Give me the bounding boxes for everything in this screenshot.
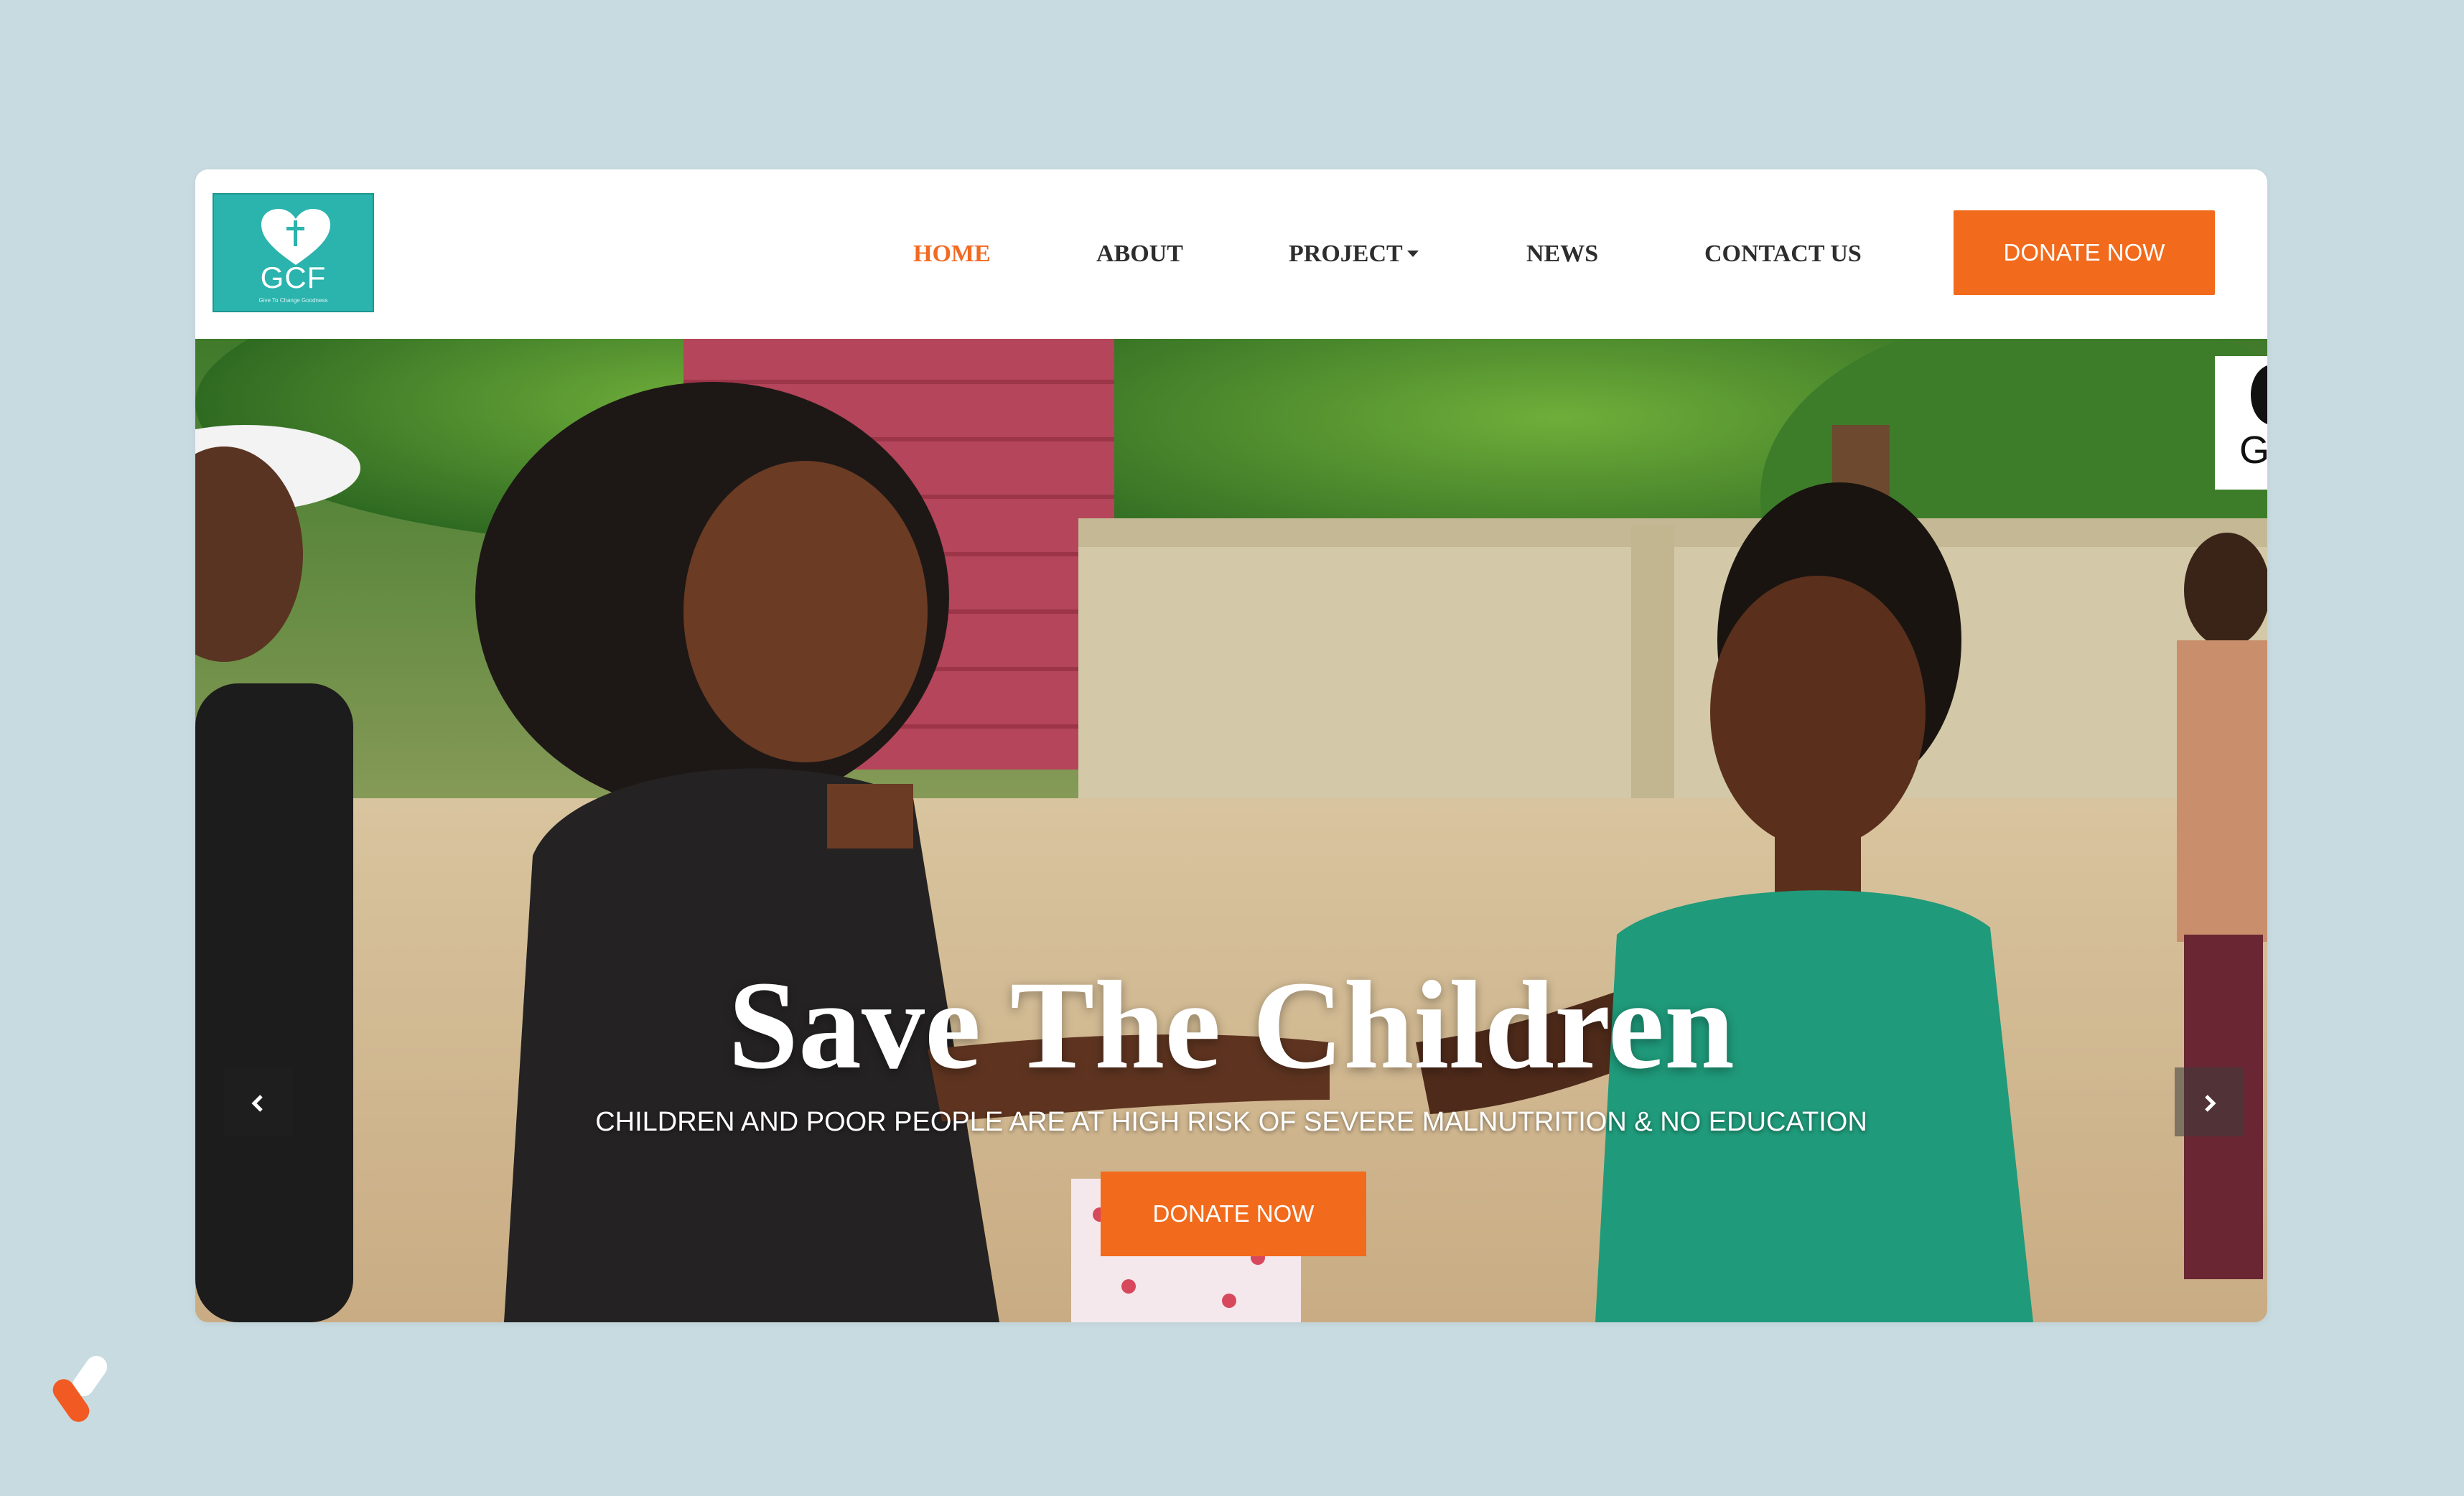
nav-contact-us[interactable]: CONTACT US [1704, 240, 1862, 268]
website-card: GCF Give To Change Goodness HOME ABOUT P… [195, 169, 2267, 1322]
hero-slider: G Save The Children CHILDREN AND POOR PE… [195, 339, 2267, 1322]
carousel-prev-button[interactable] [224, 1067, 293, 1136]
badge-graphic [2251, 365, 2267, 425]
hero-subtitle: CHILDREN AND POOR PEOPLE ARE AT HIGH RIS… [595, 1107, 1867, 1137]
carousel-next-button[interactable] [2175, 1067, 2244, 1136]
hero-title: Save The Children [728, 955, 1735, 1095]
nav-project-label: PROJECT [1289, 240, 1403, 267]
nav-about[interactable]: ABOUT [1096, 240, 1183, 268]
nav-project[interactable]: PROJECT [1289, 240, 1419, 268]
hero-donate-button[interactable]: DONATE NOW [1101, 1172, 1366, 1256]
chevron-right-icon [2205, 1095, 2216, 1112]
side-badge: G [2215, 356, 2267, 490]
nav-home[interactable]: HOME [913, 240, 991, 268]
site-header: GCF Give To Change Goodness HOME ABOUT P… [195, 169, 2267, 339]
badge-letter: G [2239, 429, 2267, 472]
nav-news[interactable]: NEWS [1526, 240, 1598, 268]
caret-down-icon [1406, 250, 1419, 257]
brand-mark-icon [52, 1355, 108, 1422]
header-donate-button[interactable]: DONATE NOW [1954, 210, 2215, 295]
chevron-left-icon [251, 1095, 263, 1112]
